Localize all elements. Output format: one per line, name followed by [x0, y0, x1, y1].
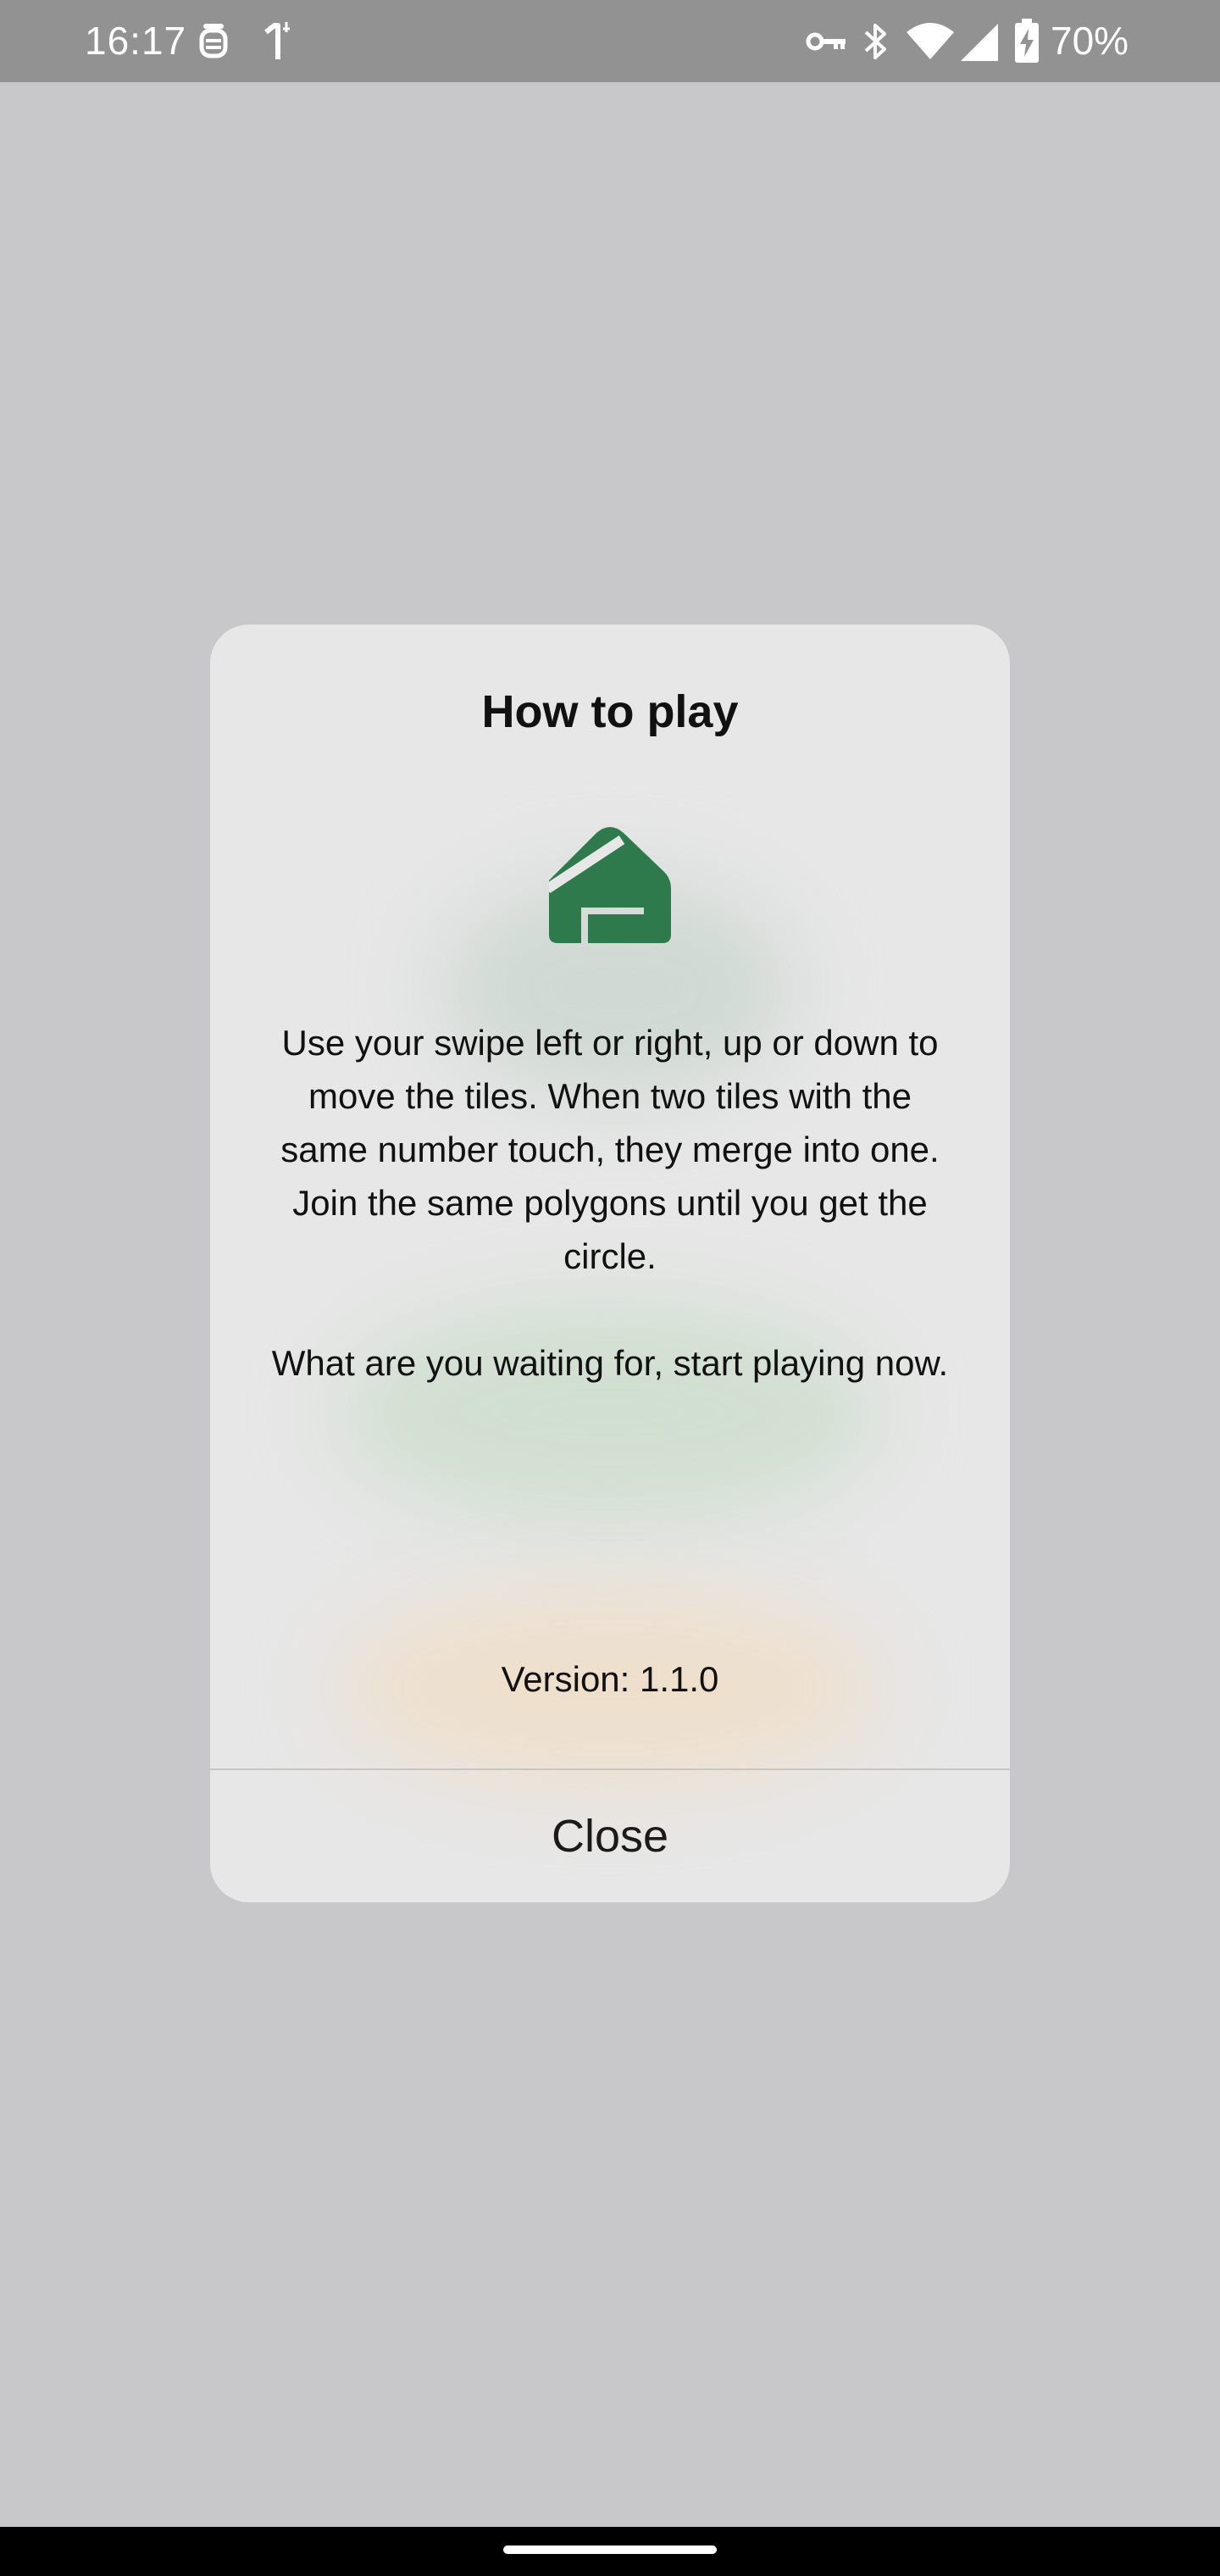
close-button[interactable]: Close [210, 1770, 1010, 1902]
how-to-play-dialog: How to play Use your swipe left or right… [210, 625, 1010, 1902]
version-text: Version: 1.1.0 [501, 1659, 719, 1699]
status-time: 16:17 [85, 19, 187, 63]
notification-one-icon [264, 22, 290, 59]
battery-charging-icon [1015, 19, 1039, 63]
cellular-signal-icon [961, 24, 998, 61]
battery-percent: 70% [1051, 19, 1129, 63]
wifi-icon [907, 23, 954, 59]
navigation-bar [0, 2527, 1220, 2576]
home-gesture-handle[interactable] [503, 2545, 717, 2554]
instructions-text: Use your swipe left or right, up or down… [271, 1023, 949, 1383]
house-polygon-logo-icon [549, 827, 671, 943]
dialog-title: How to play [481, 686, 739, 737]
alarm-icon [199, 24, 228, 58]
vpn-key-icon [806, 32, 846, 51]
bluetooth-icon [864, 24, 886, 59]
status-bar: 16:17 70% [0, 0, 1220, 82]
